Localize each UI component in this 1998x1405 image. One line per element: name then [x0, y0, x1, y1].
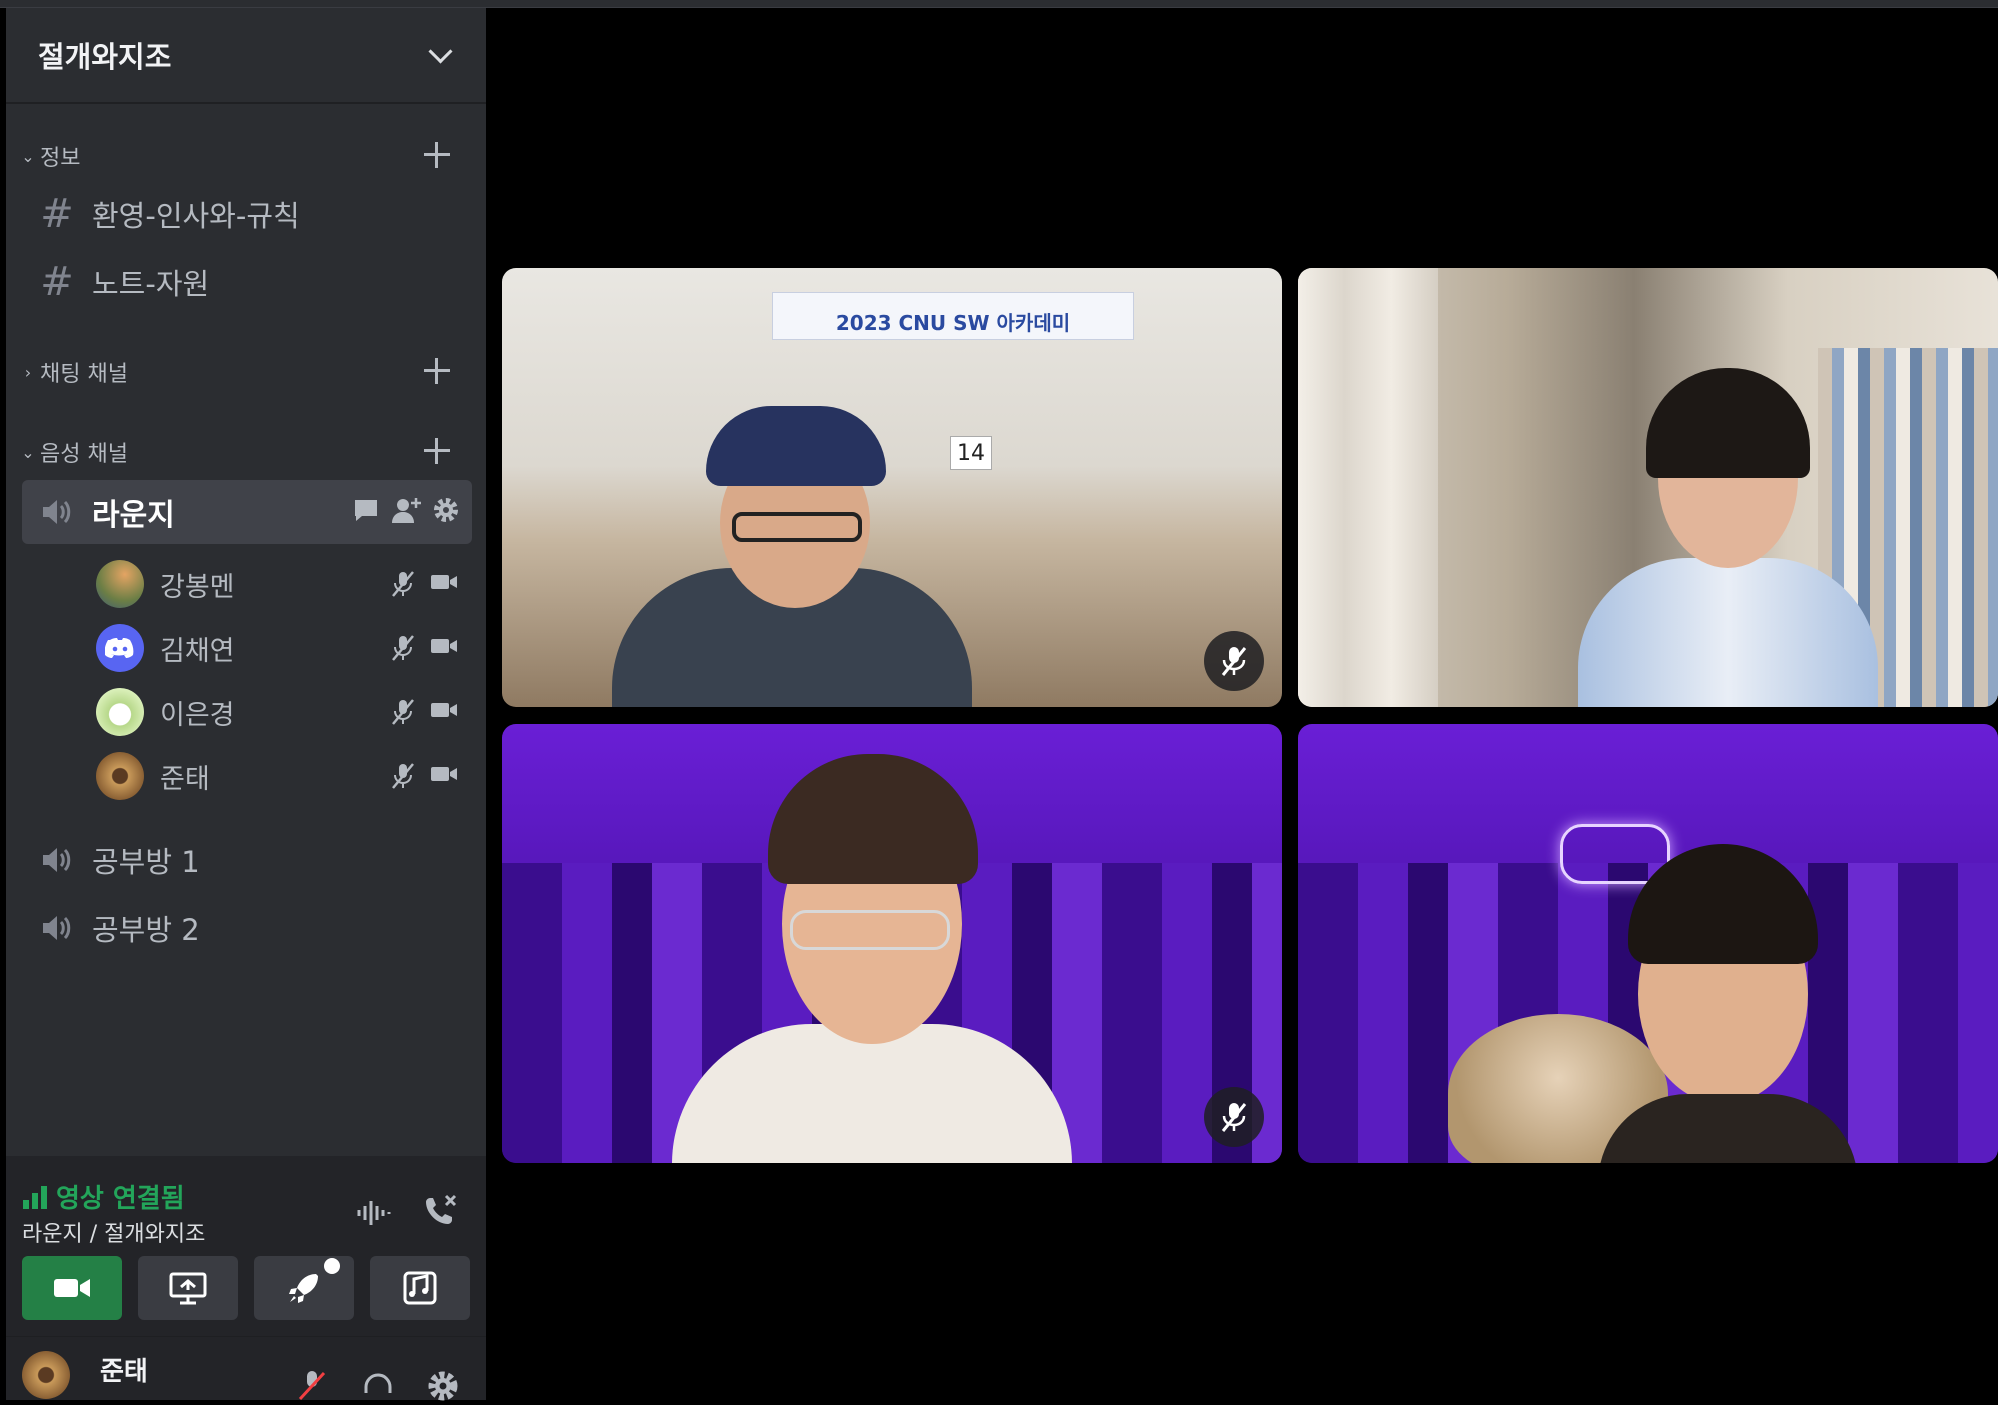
member-name: 강봉멘 [160, 571, 235, 603]
muted-badge [1204, 631, 1264, 691]
member-name: 이은경 [160, 699, 235, 731]
member-name: 김채연 [160, 635, 235, 667]
channel-name: 라운지 [92, 498, 175, 533]
banner: 2023 CNU SW 아카데미 [772, 292, 1134, 340]
activity-button[interactable] [254, 1256, 354, 1320]
disconnect-icon[interactable] [422, 1194, 458, 1234]
connection-status-text: 영상 연결됨 [56, 1184, 185, 1214]
add-channel-icon[interactable] [422, 356, 452, 386]
category-chat[interactable]: › 채팅 채널 [6, 352, 486, 392]
camera-icon [431, 767, 457, 781]
soundboard-icon [403, 1271, 437, 1305]
speaker-icon [22, 497, 92, 527]
person [672, 734, 1072, 1163]
member-name: 준태 [160, 763, 210, 795]
noise-suppression-icon[interactable] [356, 1198, 392, 1232]
chat-bubble-icon[interactable] [352, 496, 380, 524]
connection-status[interactable]: 영상 연결됨 [22, 1178, 185, 1215]
camera-icon [54, 1279, 90, 1297]
category-label: 채팅 채널 [40, 362, 128, 387]
video-tile-1[interactable]: 2023 CNU SW 아카데미 14 [502, 268, 1282, 707]
person [1578, 338, 1878, 707]
camera-icon [431, 703, 457, 717]
speaker-icon [22, 913, 92, 943]
curtain [1298, 268, 1438, 707]
voice-channel-study-2[interactable]: 공부방 2 [22, 898, 472, 958]
user-panel: 준태 [6, 1336, 486, 1401]
screen-share-button[interactable] [138, 1256, 238, 1320]
voice-channel-lounge[interactable]: 라운지 [22, 480, 472, 544]
camera-icon [431, 639, 457, 653]
channel-name: 환영-인사와-규칙 [92, 199, 300, 233]
category-info[interactable]: ⌄ 정보 [6, 136, 486, 176]
video-tile-2[interactable] [1298, 268, 1998, 707]
voice-member[interactable]: 준태 [96, 748, 476, 804]
person [1598, 844, 1858, 1163]
chevron-down-icon[interactable] [426, 41, 454, 69]
server-header[interactable]: 절개와지조 [6, 8, 486, 104]
mic-muted-icon [392, 699, 414, 725]
headphones-icon[interactable] [362, 1371, 394, 1405]
mic-muted-icon[interactable] [296, 1369, 328, 1405]
notification-dot [324, 1258, 340, 1274]
category-voice[interactable]: ⌄ 음성 채널 [6, 432, 486, 472]
category-label: 정보 [40, 146, 81, 171]
connection-location: 라운지 / 절개와지조 [22, 1222, 206, 1247]
signal-icon [23, 1185, 47, 1209]
video-tile-3[interactable] [502, 724, 1282, 1163]
add-channel-icon[interactable] [422, 140, 452, 170]
mic-muted-icon [392, 571, 414, 597]
muted-badge [1204, 1087, 1264, 1147]
camera-icon [431, 575, 457, 589]
username[interactable]: 준태 [100, 1351, 148, 1388]
mic-muted-icon [1221, 647, 1247, 676]
avatar [96, 560, 144, 608]
speaker-icon [22, 845, 92, 875]
video-tile-4[interactable] [1298, 724, 1998, 1163]
soundboard-button[interactable] [370, 1256, 470, 1320]
chevron-right-icon: › [24, 362, 32, 382]
chevron-down-icon: ⌄ [21, 442, 35, 462]
screen-share-icon [169, 1272, 207, 1305]
voice-member[interactable]: 강봉멘 [96, 556, 476, 612]
chevron-down-icon: ⌄ [21, 146, 35, 166]
voice-channel-study-1[interactable]: 공부방 1 [22, 830, 472, 890]
add-channel-icon[interactable] [422, 436, 452, 466]
person [612, 358, 972, 707]
mic-muted-icon [392, 635, 414, 661]
window-top-bar [0, 0, 1998, 8]
channel-name: 공부방 2 [92, 913, 200, 947]
gear-icon[interactable] [432, 496, 460, 524]
voice-member[interactable]: 김채연 [96, 620, 476, 676]
server-name: 절개와지조 [38, 40, 172, 74]
category-label: 음성 채널 [40, 442, 128, 467]
discord-logo-icon [96, 624, 144, 672]
camera-button[interactable] [22, 1256, 122, 1320]
voice-connection-panel: 영상 연결됨 라운지 / 절개와지조 [6, 1156, 486, 1336]
rocket-icon [289, 1274, 318, 1303]
channel-name: 노트-자원 [92, 267, 210, 301]
mic-muted-icon [392, 763, 414, 789]
mic-muted-icon [1221, 1103, 1247, 1132]
channel-welcome[interactable]: # 환영-인사와-규칙 [22, 184, 472, 244]
avatar [96, 688, 144, 736]
hash-icon: # [40, 191, 74, 237]
gear-icon[interactable] [426, 1369, 460, 1405]
hash-icon: # [40, 259, 74, 305]
channel-notes[interactable]: # 노트-자원 [22, 252, 472, 312]
channel-sidebar: 절개와지조 ⌄ 정보 # 환영-인사와-규칙 # 노트-자원 › 채팅 채널 ⌄… [6, 8, 486, 1401]
avatar [96, 752, 144, 800]
invite-user-icon[interactable] [392, 496, 421, 524]
banner-title: 2023 CNU SW 아카데미 [835, 310, 1071, 335]
voice-member[interactable]: 이은경 [96, 684, 476, 740]
channel-name: 공부방 1 [92, 845, 200, 879]
